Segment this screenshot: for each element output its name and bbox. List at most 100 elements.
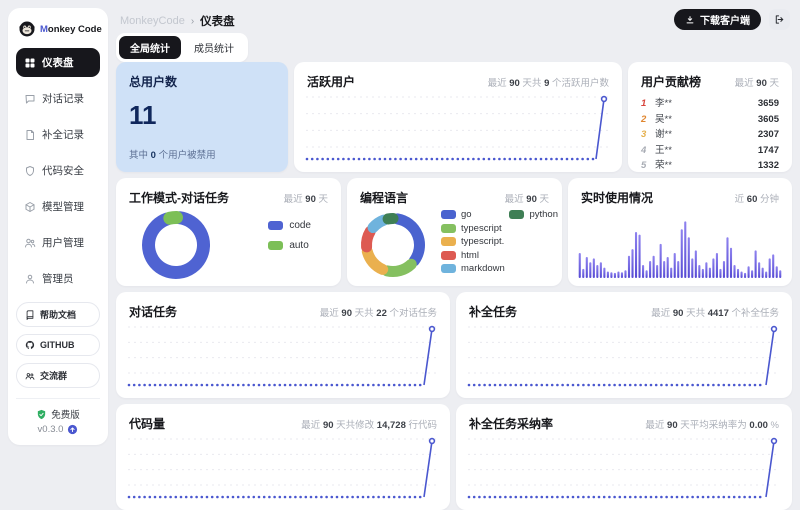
update-icon[interactable] <box>67 424 78 435</box>
user-name: 李** <box>655 97 758 110</box>
card-subtitle: 最近 90 天共 4417 个补全任务 <box>651 305 779 319</box>
breadcrumb-root[interactable]: MonkeyCode <box>120 15 185 27</box>
legend-label: typescript <box>461 223 502 234</box>
download-client-button[interactable]: 下载客户端 <box>674 9 761 30</box>
user-name: 谢** <box>655 128 758 141</box>
sidebar-item-admin[interactable]: 管理员 <box>16 264 100 293</box>
contribution-value: 2307 <box>758 128 779 141</box>
breadcrumb-separator: › <box>191 16 194 27</box>
work-mode-card: 工作模式-对话任务 最近 90 天 codeauto <box>116 178 341 286</box>
sidebar-item-label: 仪表盘 <box>42 55 74 70</box>
adoption-rate-card: 补全任务采纳率 最近 90 天平均采纳率为 0.00 % <box>456 404 792 510</box>
sidebar-link-help-docs[interactable]: 帮助文档 <box>16 302 100 327</box>
languages-card: 编程语言 最近 90 天 go typescript typescript... ht… <box>347 178 562 286</box>
contribution-card: 用户贡献榜 最近 90 天 1李**36592吴**36053谢**23074王… <box>628 62 792 172</box>
stats-tabs: 全局统计 成员统计 <box>116 33 248 62</box>
sidebar-link-community[interactable]: 交流群 <box>16 363 100 388</box>
sidebar-item-model-management[interactable]: 模型管理 <box>16 192 100 221</box>
legend-chip <box>441 251 456 260</box>
sidebar-item-label: 代码安全 <box>42 163 84 178</box>
legend-chip <box>441 210 456 219</box>
doc-icon <box>24 129 36 141</box>
legend-item-html[interactable]: html <box>441 250 505 261</box>
sidebar-item-label: 模型管理 <box>42 199 84 214</box>
legend-label: auto <box>289 240 308 251</box>
monkey-logo-icon <box>18 20 36 38</box>
legend-label: html <box>461 250 479 261</box>
logout-button[interactable] <box>769 9 790 30</box>
sidebar-item-label: 管理员 <box>42 271 74 286</box>
tab-global-stats[interactable]: 全局统计 <box>119 36 181 59</box>
card-title: 补全任务 <box>469 303 517 320</box>
free-edition-shield-icon <box>36 409 47 420</box>
legend-item-typescript[interactable]: typescript <box>441 223 505 234</box>
languages-legend: go typescript typescript... html markdown pyt… <box>441 208 558 276</box>
legend-item-auto[interactable]: auto <box>268 240 311 251</box>
code-lines-card: 代码量 最近 90 天共修改 14,728 行代码 <box>116 404 450 510</box>
sidebar-item-code-security[interactable]: 代码安全 <box>16 156 100 185</box>
contribution-value: 1747 <box>758 144 779 157</box>
total-users-note: 其中 0 个用户被禁用 <box>129 147 216 161</box>
shield-icon <box>24 165 36 177</box>
legend-item-typescript[interactable]: typescript... <box>441 236 505 247</box>
card-title: 总用户数 <box>129 73 275 90</box>
sidebar: Monkey Code 仪表盘对话记录补全记录代码安全模型管理用户管理管理员 帮… <box>8 8 108 445</box>
card-subtitle: 最近 90 天 <box>284 191 328 205</box>
card-subtitle: 最近 90 天共修改 14,728 行代码 <box>301 417 437 431</box>
card-subtitle: 最近 90 天 <box>735 75 779 89</box>
users-icon <box>24 237 36 249</box>
card-title: 活跃用户 <box>307 73 355 90</box>
sidebar-item-chat-records[interactable]: 对话记录 <box>16 84 100 113</box>
legend-item-go[interactable]: go <box>441 209 505 220</box>
sidebar-item-label: 补全记录 <box>42 127 84 142</box>
card-subtitle: 近 60 分钟 <box>735 191 779 205</box>
sidebar-nav: 仪表盘对话记录补全记录代码安全模型管理用户管理管理员 <box>16 48 100 293</box>
legend-label: code <box>289 220 311 231</box>
languages-donut-chart <box>359 212 427 278</box>
sidebar-item-label: 用户管理 <box>42 235 84 250</box>
brand-logo: Monkey Code <box>16 18 100 48</box>
book-icon <box>25 310 35 320</box>
legend-chip <box>268 241 283 250</box>
user-name: 吴** <box>655 113 758 126</box>
rank-number: 1 <box>641 97 655 110</box>
user-name: 荣** <box>655 159 758 172</box>
legend-item-markdown[interactable]: markdown <box>441 263 505 274</box>
edition-badge: 免费版 <box>36 407 80 421</box>
group-icon <box>25 371 35 381</box>
edition-label: 免费版 <box>51 407 80 421</box>
legend-chip <box>509 210 524 219</box>
contribution-value: 3659 <box>758 97 779 110</box>
contribution-row: 2吴**3605 <box>641 113 779 126</box>
sidebar-item-user-management[interactable]: 用户管理 <box>16 228 100 257</box>
sidebar-link-github[interactable]: GITHUB <box>16 334 100 356</box>
rank-number: 4 <box>641 144 655 157</box>
admin-icon <box>24 273 36 285</box>
active-users-chart <box>304 92 612 164</box>
legend-item-python[interactable]: python <box>509 209 558 220</box>
contribution-row: 1李**3659 <box>641 97 779 110</box>
realtime-bar-chart <box>578 204 782 280</box>
card-title: 编程语言 <box>360 189 408 206</box>
legend-chip <box>441 264 456 273</box>
sidebar-links: 帮助文档 GITHUB 交流群 <box>16 302 100 388</box>
total-users-card: 总用户数 11 其中 0 个用户被禁用 <box>116 62 288 172</box>
sidebar-link-label: 交流群 <box>40 369 67 382</box>
card-subtitle: 最近 90 天 <box>505 191 549 205</box>
card-subtitle: 最近 90 天平均采纳率为 0.00 % <box>645 417 779 431</box>
legend-item-code[interactable]: code <box>268 220 311 231</box>
contribution-row: 4王**1747 <box>641 144 779 157</box>
rank-number: 5 <box>641 159 655 172</box>
sidebar-item-label: 对话记录 <box>42 91 84 106</box>
code-lines-chart <box>126 434 440 502</box>
tab-member-stats[interactable]: 成员统计 <box>183 36 245 59</box>
contribution-value: 3605 <box>758 113 779 126</box>
rank-number: 3 <box>641 128 655 141</box>
card-title: 代码量 <box>129 415 165 432</box>
sidebar-item-completion-records[interactable]: 补全记录 <box>16 120 100 149</box>
sidebar-item-dashboard[interactable]: 仪表盘 <box>16 48 100 77</box>
card-subtitle: 最近 90 天共 9 个活跃用户数 <box>488 75 609 89</box>
sidebar-link-label: 帮助文档 <box>40 308 76 321</box>
work-mode-legend: code auto <box>268 220 311 251</box>
active-users-card: 活跃用户 最近 90 天共 9 个活跃用户数 <box>294 62 622 172</box>
